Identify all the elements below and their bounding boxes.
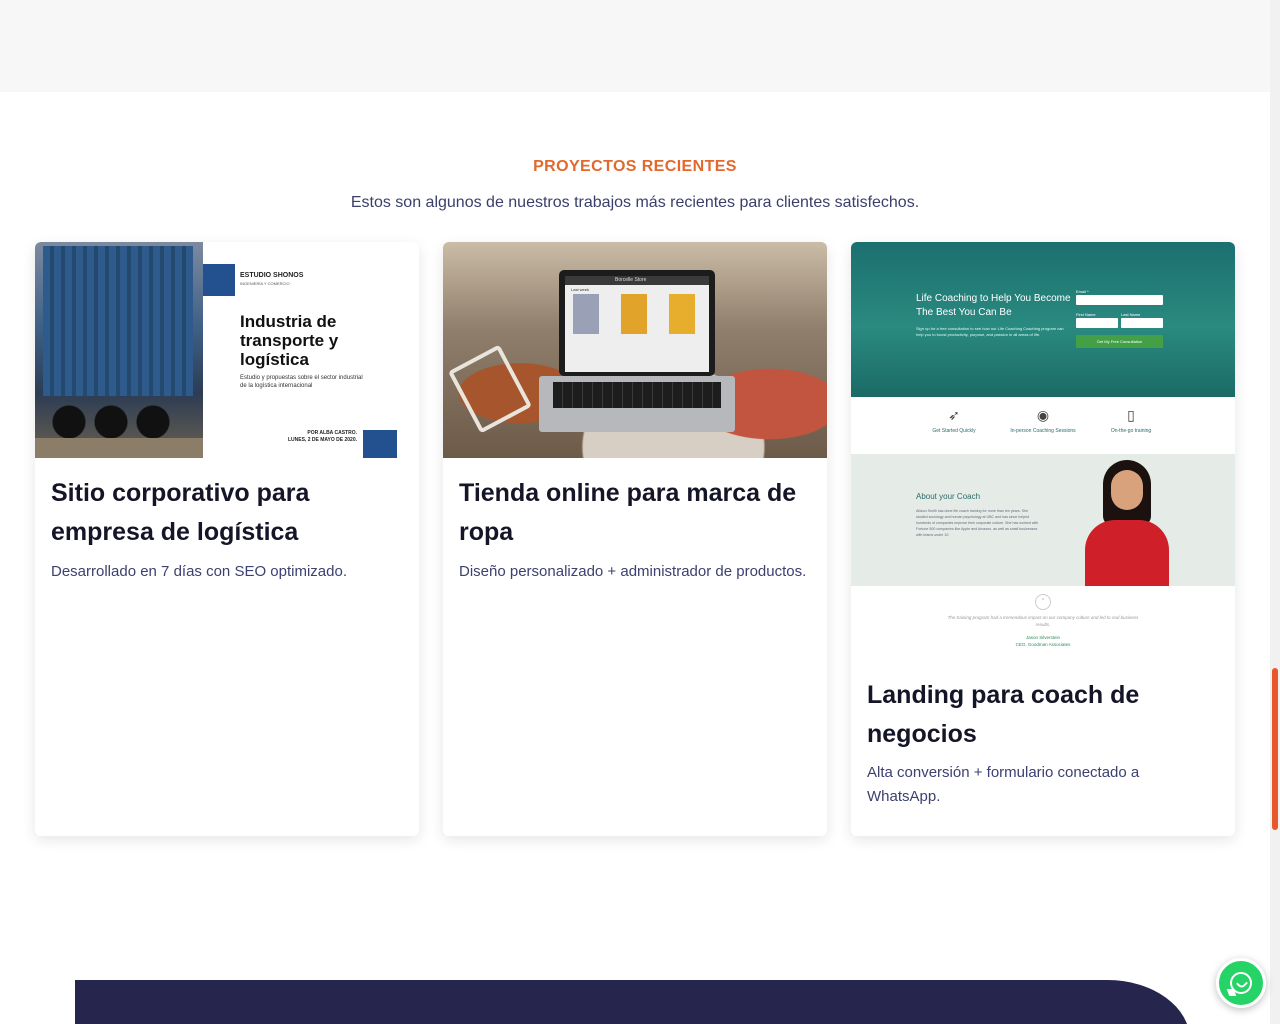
landing-hero: Life Coaching to Help You Become The Bes… bbox=[851, 242, 1235, 397]
testimonial-role: CEO, Goodman Associates bbox=[1015, 642, 1071, 647]
thumbnail-date: LUNES, 2 DE MAYO DE 2020. bbox=[287, 437, 357, 443]
testimonial-author: Jason Silverstein bbox=[1025, 635, 1061, 640]
thumbnail-doc-title: Industria de transporte y logística bbox=[240, 312, 339, 369]
project-description: Diseño personalizado + administrador de … bbox=[459, 563, 807, 580]
quote-icon: “ bbox=[1035, 594, 1051, 610]
feature-in-person: ◉ In-person Coaching Sessions bbox=[998, 407, 1088, 434]
first-name-label: First Name bbox=[1076, 312, 1096, 317]
project-title[interactable]: Sitio corporativo para empresa de logíst… bbox=[51, 474, 405, 552]
eye-icon: ◉ bbox=[1036, 407, 1050, 423]
project-card-clothing-store[interactable]: Borcelle Store Last week Tienda online p… bbox=[443, 242, 827, 836]
section-subtitle: Estos son algunos de nuestros trabajos m… bbox=[350, 194, 920, 211]
scrollbar[interactable] bbox=[1270, 0, 1280, 1024]
landing-hero-text: Sign up for a free consultation to see h… bbox=[916, 326, 1064, 337]
last-name-label: Last Name bbox=[1121, 312, 1141, 317]
landing-hero-title: Life Coaching to Help You Become The Bes… bbox=[916, 293, 1071, 318]
testimonial-text: The training program had a tremendous im… bbox=[947, 615, 1139, 627]
coach-photo bbox=[1079, 460, 1175, 586]
previous-section-background bbox=[0, 0, 1270, 92]
product-photo bbox=[621, 294, 647, 334]
email-field bbox=[1076, 295, 1163, 305]
phone-icon: ▯ bbox=[1127, 407, 1135, 423]
thumbnail-store-heading: Last week bbox=[571, 287, 590, 292]
about-text: Allison Smith has done life coach traini… bbox=[916, 509, 1039, 537]
project-description: Alta conversión + formulario conectado a… bbox=[867, 764, 1140, 805]
next-section-banner bbox=[75, 980, 1190, 1024]
thumbnail-doc-subtitle: Estudio y propuestas sobre el sector ind… bbox=[240, 375, 363, 389]
blue-square-decoration bbox=[363, 430, 397, 458]
last-name-field bbox=[1121, 318, 1163, 328]
about-title: About your Coach bbox=[916, 492, 981, 501]
rocket-icon: ➶ bbox=[948, 407, 960, 423]
project-thumbnail-clothing-store: Borcelle Store Last week bbox=[443, 242, 827, 458]
project-card-logistics[interactable]: ESTUDIO SHONOS INGENIERÍA Y COMERCIO Ind… bbox=[35, 242, 419, 836]
project-title[interactable]: Landing para coach de negocios bbox=[867, 676, 1221, 754]
truck-photo bbox=[35, 242, 203, 458]
road bbox=[35, 438, 203, 458]
product-photo bbox=[669, 294, 695, 334]
project-title[interactable]: Tienda online para marca de ropa bbox=[459, 474, 813, 552]
shipping-container bbox=[43, 246, 193, 396]
blue-square-decoration bbox=[203, 264, 235, 296]
project-thumbnail-logistics: ESTUDIO SHONOS INGENIERÍA Y COMERCIO Ind… bbox=[35, 242, 419, 458]
testimonial: The training program had a tremendous im… bbox=[851, 614, 1235, 648]
about-coach-section: About your Coach Allison Smith has done … bbox=[851, 454, 1235, 586]
thumbnail-author: POR ALBA CASTRO. LUNES, 2 DE MAYO DE 202… bbox=[273, 430, 357, 444]
thumbnail-studio-name: ESTUDIO SHONOS bbox=[240, 272, 304, 279]
whatsapp-button[interactable] bbox=[1216, 958, 1266, 1008]
feature-on-the-go: ▯ On-the-go training bbox=[1086, 407, 1176, 434]
project-card-coach-landing[interactable]: Life Coaching to Help You Become The Bes… bbox=[851, 242, 1235, 836]
scrollbar-thumb[interactable] bbox=[1272, 668, 1278, 830]
first-name-field bbox=[1076, 318, 1118, 328]
thumbnail-author-name: POR ALBA CASTRO. bbox=[307, 430, 357, 436]
feature-get-started: ➶ Get Started Quickly bbox=[909, 407, 999, 434]
thumbnail-studio-sub: INGENIERÍA Y COMERCIO bbox=[240, 281, 290, 286]
project-description: Desarrollado en 7 días con SEO optimizad… bbox=[51, 563, 347, 580]
product-photo bbox=[573, 294, 599, 334]
email-label: Email * bbox=[1076, 289, 1089, 294]
section-eyebrow: PROYECTOS RECIENTES bbox=[533, 158, 737, 175]
laptop-screen: Borcelle Store Last week bbox=[559, 270, 715, 376]
project-thumbnail-coach-landing: Life Coaching to Help You Become The Bes… bbox=[851, 242, 1235, 652]
thumbnail-store-name: Borcelle Store bbox=[615, 277, 647, 283]
consultation-cta: Get My Free Consultation bbox=[1076, 335, 1163, 348]
hanger-photo bbox=[447, 344, 533, 434]
truck-wheels bbox=[49, 392, 189, 442]
laptop-keyboard bbox=[539, 376, 735, 432]
whatsapp-icon bbox=[1230, 972, 1252, 994]
